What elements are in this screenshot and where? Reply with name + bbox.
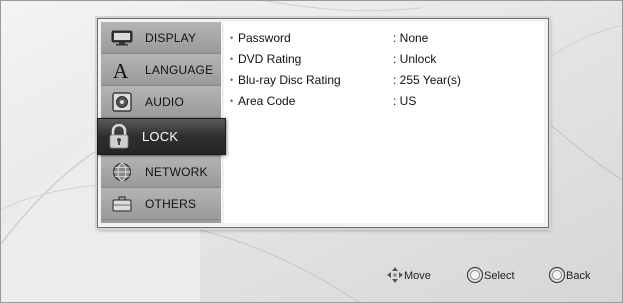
setting-name: Area Code: [238, 94, 296, 108]
sidebar-item-lock[interactable]: LOCK: [97, 118, 226, 155]
network-icon: [109, 161, 135, 183]
bullet-icon: •: [230, 75, 234, 85]
lock-icon: [106, 123, 132, 148]
setting-row-bluray-rating[interactable]: • Blu-ray Disc Rating : 255 Year(s): [230, 71, 461, 89]
sidebar-item-label: AUDIO: [145, 94, 185, 109]
lock-settings-list: • Password : None • DVD Rating : Unlock …: [224, 22, 544, 223]
setting-value: : US: [393, 94, 417, 108]
sidebar-item-label: DISPLAY: [145, 30, 197, 45]
hint-select: Select: [466, 266, 515, 286]
sidebar-item-others[interactable]: OTHERS: [101, 188, 221, 220]
setting-value: : 255 Year(s): [393, 73, 462, 87]
sidebar-item-network[interactable]: NETWORK: [101, 156, 221, 188]
setting-row-area-code[interactable]: • Area Code : US: [230, 92, 416, 110]
display-icon: [109, 27, 135, 49]
bullet-icon: •: [230, 96, 234, 106]
setting-row-dvd-rating[interactable]: • DVD Rating : Unlock: [230, 50, 436, 68]
move-arrows-icon: [386, 266, 404, 287]
sidebar-item-language[interactable]: A LANGUAGE: [101, 54, 221, 86]
settings-sidebar: DISPLAY A LANGUAGE AUDIO LOCK NETWORK OT…: [97, 22, 226, 223]
setting-name: Blu-ray Disc Rating: [238, 73, 341, 87]
select-button-icon: [466, 266, 484, 287]
setting-name: DVD Rating: [238, 52, 302, 66]
setup-menu-panel: DISPLAY A LANGUAGE AUDIO LOCK NETWORK OT…: [97, 18, 549, 228]
setting-row-password[interactable]: • Password : None: [230, 29, 428, 47]
sidebar-item-display[interactable]: DISPLAY: [101, 22, 221, 54]
setting-value: : Unlock: [393, 52, 437, 66]
svg-text:A: A: [113, 60, 129, 80]
bullet-icon: •: [230, 33, 234, 43]
hint-back: Back: [548, 266, 590, 286]
setting-name: Password: [238, 31, 291, 45]
hint-move-label: Move: [404, 270, 431, 282]
hint-back-label: Back: [566, 270, 591, 282]
hint-select-label: Select: [484, 270, 515, 282]
others-icon: [109, 193, 135, 215]
sidebar-item-label: OTHERS: [145, 196, 197, 211]
sidebar-item-audio[interactable]: AUDIO: [101, 86, 221, 118]
audio-icon: [109, 91, 135, 113]
sidebar-item-label: NETWORK: [145, 164, 208, 179]
setting-value: : None: [393, 31, 429, 45]
sidebar-item-label: LANGUAGE: [145, 62, 214, 77]
bullet-icon: •: [230, 54, 234, 64]
language-icon: A: [109, 59, 135, 81]
sidebar-item-label: LOCK: [142, 129, 179, 144]
back-button-icon: [548, 266, 566, 287]
hint-move: Move: [386, 266, 431, 286]
